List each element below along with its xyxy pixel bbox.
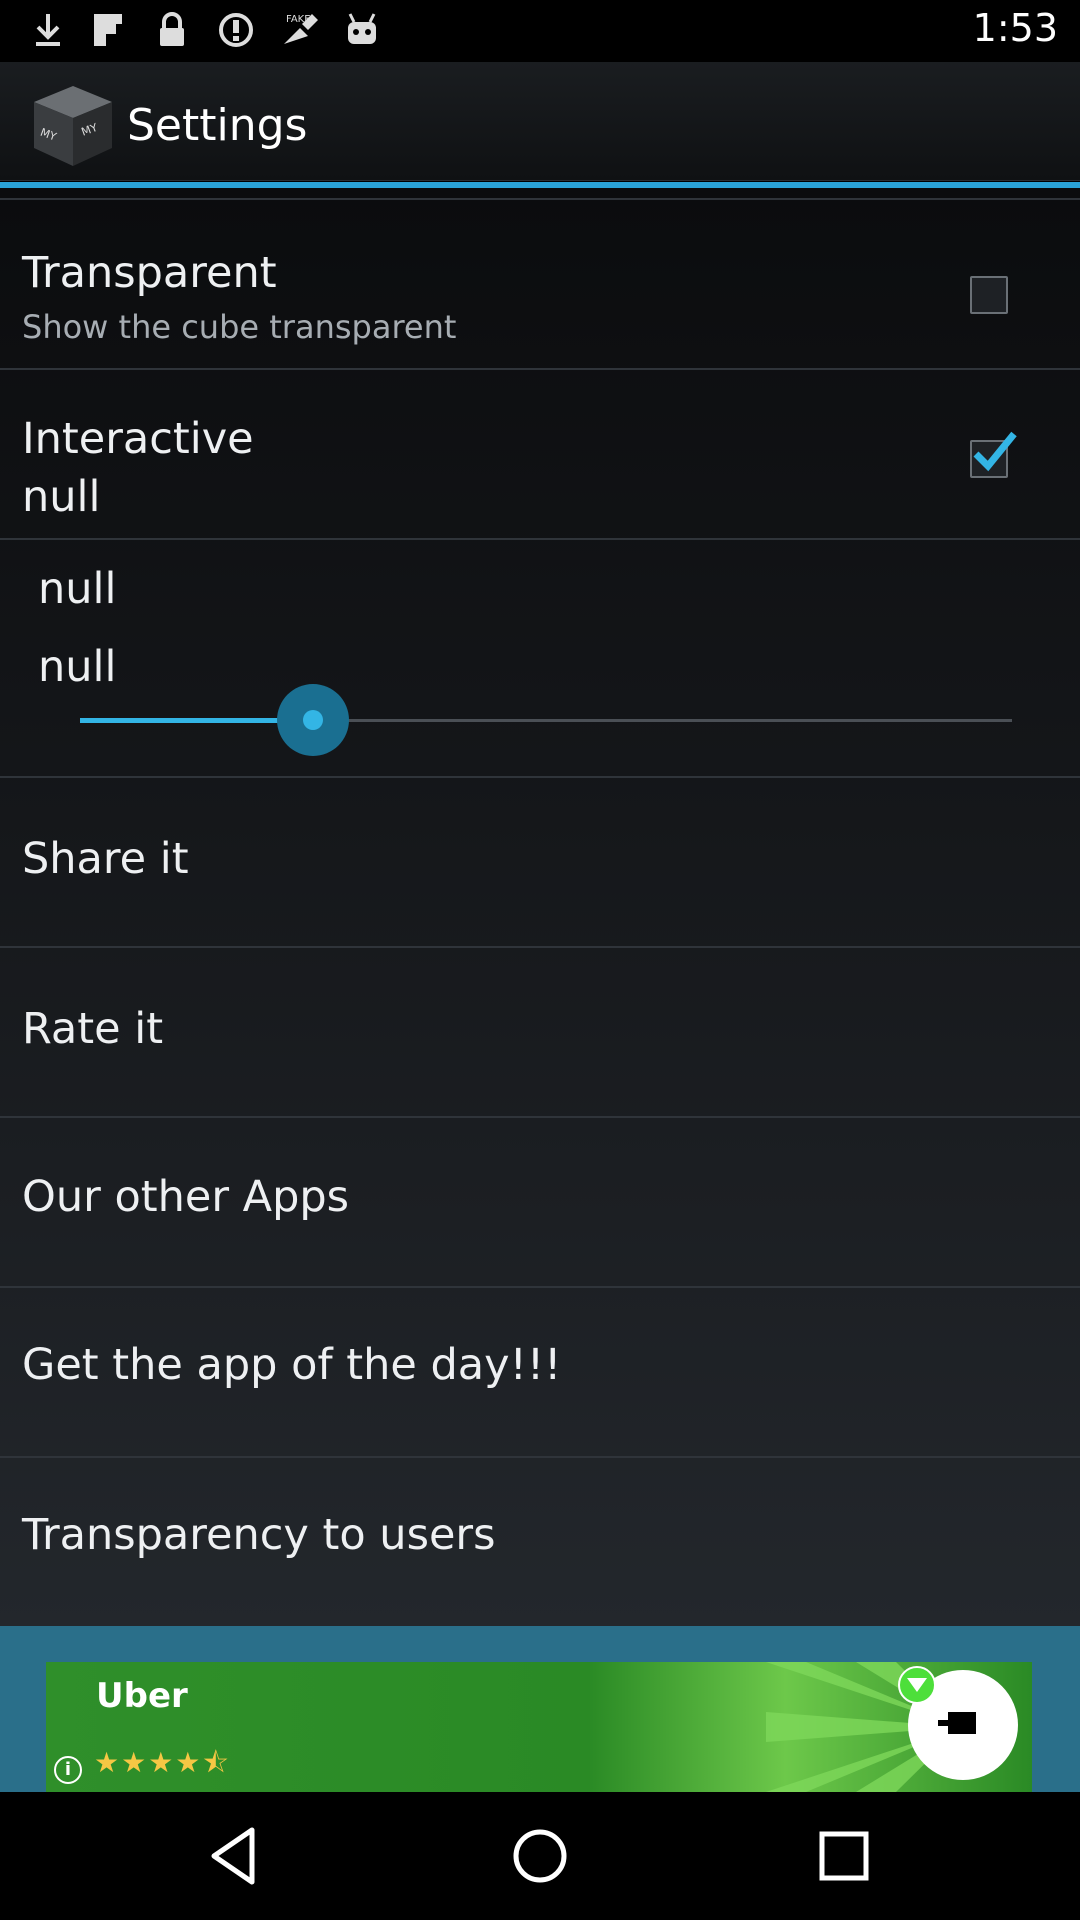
pref-interactive[interactable]: Interactive null bbox=[0, 370, 1080, 538]
slider-label: null bbox=[38, 642, 117, 692]
back-icon[interactable] bbox=[196, 1816, 276, 1896]
pref-title: Get the app of the day!!! bbox=[22, 1340, 562, 1390]
transparent-checkbox[interactable] bbox=[970, 276, 1008, 314]
flipboard-icon bbox=[94, 14, 122, 46]
pref-title: Our other Apps bbox=[22, 1172, 350, 1222]
download-badge-icon bbox=[898, 1666, 936, 1704]
pref-title: Rate it bbox=[22, 1004, 164, 1054]
navigation-bar bbox=[0, 1792, 1080, 1920]
pref-transparency-users[interactable]: Transparency to users bbox=[0, 1458, 1080, 1626]
seekbar-thumb[interactable] bbox=[277, 684, 349, 756]
page-title: Settings bbox=[127, 100, 308, 151]
fake-gps-icon: FAKE bbox=[284, 14, 318, 44]
pref-title: Transparency to users bbox=[22, 1510, 496, 1560]
pref-rate-it[interactable]: Rate it bbox=[0, 948, 1080, 1116]
download-icon bbox=[36, 14, 60, 46]
pref-slider: null null bbox=[0, 540, 1080, 778]
recents-icon[interactable] bbox=[804, 1816, 884, 1896]
checkmark-icon bbox=[973, 431, 1017, 472]
android-icon bbox=[348, 13, 376, 44]
pref-title: null bbox=[38, 564, 117, 614]
pref-summary: null bbox=[22, 472, 101, 522]
settings-list: Transparent Show the cube transparent In… bbox=[0, 188, 1080, 1628]
lock-icon bbox=[160, 12, 184, 46]
action-bar: MY MY Settings bbox=[0, 62, 1080, 181]
pref-title: Interactive bbox=[22, 414, 254, 464]
home-icon[interactable] bbox=[500, 1816, 580, 1896]
status-bar: FAKE 1:53 bbox=[0, 0, 1080, 62]
pref-other-apps[interactable]: Our other Apps bbox=[0, 1118, 1080, 1286]
alert-icon bbox=[219, 13, 253, 47]
info-icon[interactable]: i bbox=[54, 1756, 82, 1784]
uber-mark bbox=[938, 1712, 976, 1734]
cube-icon[interactable]: MY MY bbox=[28, 80, 118, 170]
pref-title: Share it bbox=[22, 834, 189, 884]
interactive-checkbox[interactable] bbox=[970, 431, 1017, 478]
seekbar[interactable] bbox=[80, 684, 1012, 756]
ad-title: Uber bbox=[96, 1676, 188, 1716]
pref-share-it[interactable]: Share it bbox=[0, 778, 1080, 946]
pref-app-of-day[interactable]: Get the app of the day!!! bbox=[0, 1288, 1080, 1456]
pref-title: Transparent bbox=[22, 248, 277, 298]
clock: 1:53 bbox=[972, 6, 1058, 50]
ad-rating-stars: ★★★★⯪ bbox=[94, 1746, 231, 1779]
ad-banner[interactable]: Uber ★★★★⯪ i bbox=[46, 1662, 1032, 1792]
pref-summary: Show the cube transparent bbox=[22, 308, 457, 346]
